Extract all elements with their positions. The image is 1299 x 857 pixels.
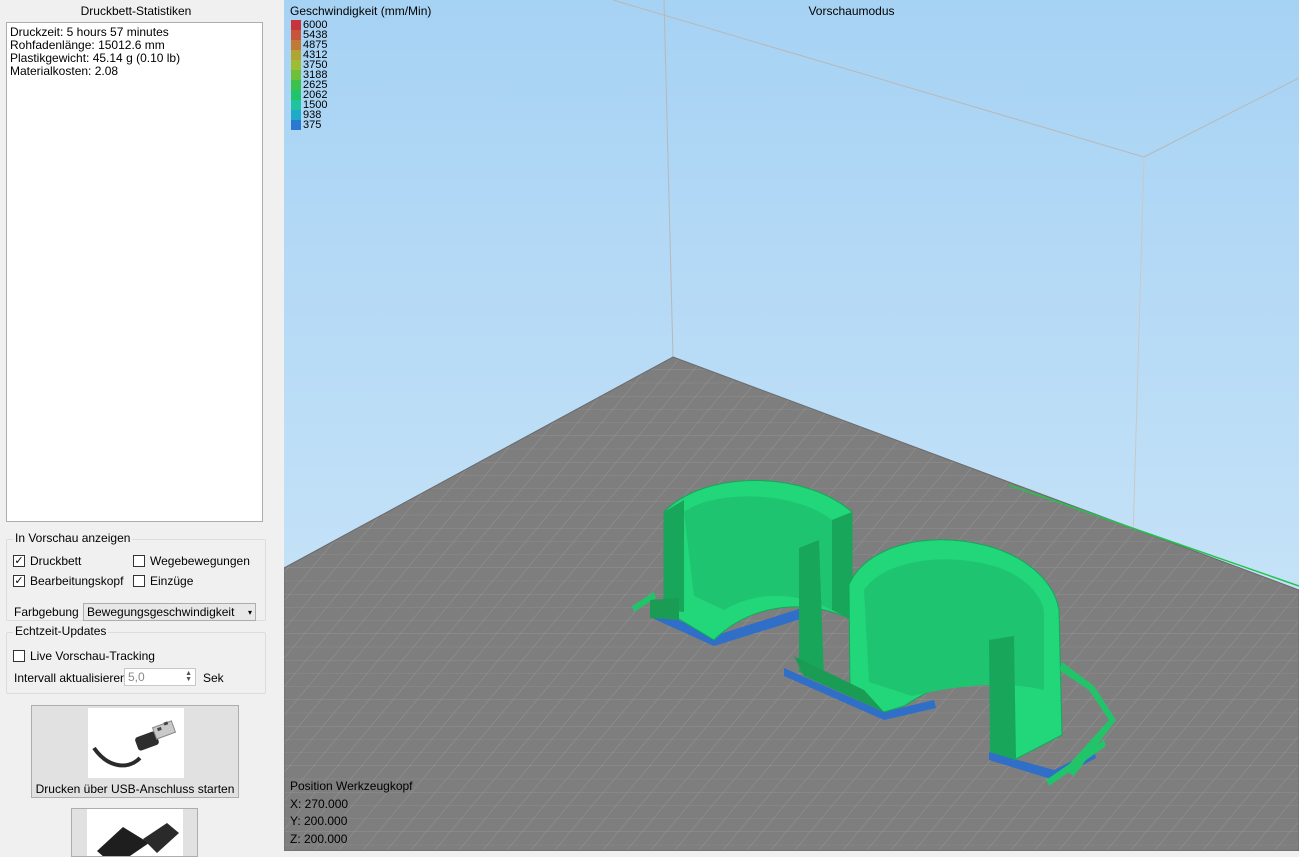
bearbeitungskopf-label: Bearbeitungskopf: [30, 574, 124, 588]
toolhead-position-title: Position Werkzeugkopf: [290, 779, 413, 793]
legend-value: 375: [303, 119, 322, 131]
scene-3d[interactable]: [284, 0, 1299, 851]
legend-swatch: [291, 100, 301, 110]
legend-swatch: [291, 70, 301, 80]
live-tracking-checkbox[interactable]: [13, 650, 25, 662]
status-strip: [272, 851, 1299, 857]
einzuege-checkbox-row[interactable]: Einzüge: [133, 574, 193, 588]
legend-entry: 375: [291, 119, 327, 131]
preview-group-title: In Vorschau anzeigen: [13, 531, 133, 545]
usb-cable-icon: [88, 708, 184, 778]
usb-print-label: Drucken über USB-Anschluss starten: [35, 782, 235, 796]
live-tracking-label: Live Vorschau-Tracking: [30, 649, 155, 663]
farbgebung-label: Farbgebung: [14, 605, 79, 619]
live-tracking-checkbox-row[interactable]: Live Vorschau-Tracking: [13, 649, 155, 663]
einzuege-label: Einzüge: [150, 574, 194, 588]
realtime-group-title: Echtzeit-Updates: [13, 624, 109, 638]
legend-swatch: [291, 110, 301, 120]
toolhead-y: Y: 200.000: [290, 814, 348, 828]
druckbett-label: Druckbett: [30, 554, 82, 568]
einzuege-checkbox[interactable]: [133, 575, 145, 587]
legend-swatch: [291, 60, 301, 70]
toolhead-x: X: 270.000: [290, 796, 349, 811]
stats-title: Druckbett-Statistiken: [80, 4, 192, 18]
legend-swatch: [291, 50, 301, 60]
toolhead-position: Position Werkzeugkopf X: 270.000 Y: 200.…: [290, 778, 413, 848]
legend-swatch: [291, 20, 301, 30]
dropdown-arrow-icon: ▾: [247, 607, 252, 617]
speed-legend: 6000 5438 4875 4312 3750 3188 2625 2062 …: [291, 20, 327, 131]
preview-viewport[interactable]: Geschwindigkeit (mm/Min) Vorschaumodus 6…: [284, 0, 1299, 851]
stat-material-cost: Materialkosten: 2.08: [10, 64, 119, 78]
preview-options-group: In Vorschau anzeigen ✓ Druckbett Wegebew…: [6, 531, 266, 621]
toolhead-z: Z: 200.000: [290, 831, 348, 846]
legend-swatch: [291, 30, 301, 40]
interval-label: Intervall aktualisieren: [14, 671, 127, 685]
interval-unit: Sek: [203, 671, 224, 685]
wegebewegungen-checkbox[interactable]: [133, 555, 145, 567]
bearbeitungskopf-checkbox[interactable]: ✓: [13, 575, 25, 587]
legend-swatch: [291, 80, 301, 90]
sd-card-button[interactable]: [71, 808, 198, 857]
interval-value: 5,0: [128, 670, 145, 684]
wegebewegungen-checkbox-row[interactable]: Wegebewegungen: [133, 554, 250, 568]
left-panel: Druckbett-Statistiken Druckzeit: 5 hours…: [0, 0, 272, 857]
stats-box: Druckzeit: 5 hours 57 minutes Rohfadenlä…: [6, 22, 263, 522]
druckbett-checkbox[interactable]: ✓: [13, 555, 25, 567]
legend-swatch: [291, 120, 301, 130]
usb-print-button[interactable]: Drucken über USB-Anschluss starten: [31, 705, 239, 798]
bearbeitungskopf-checkbox-row[interactable]: ✓ Bearbeitungskopf: [13, 574, 123, 588]
realtime-updates-group: Echtzeit-Updates Live Vorschau-Tracking …: [6, 624, 266, 694]
legend-swatch: [291, 40, 301, 50]
wegebewegungen-label: Wegebewegungen: [150, 554, 250, 568]
farbgebung-select[interactable]: Bewegungsgeschwindigkeit ▾: [83, 603, 256, 621]
preview-mode-title: Vorschaumodus: [808, 4, 895, 18]
spin-arrows-icon[interactable]: ▲ ▼: [185, 670, 192, 683]
interval-spinbox[interactable]: 5,0 ▲ ▼: [124, 668, 196, 686]
druckbett-checkbox-row[interactable]: ✓ Druckbett: [13, 554, 81, 568]
legend-swatch: [291, 90, 301, 100]
farbgebung-value: Bewegungsgeschwindigkeit: [87, 605, 235, 619]
sd-card-icon: [87, 809, 183, 856]
